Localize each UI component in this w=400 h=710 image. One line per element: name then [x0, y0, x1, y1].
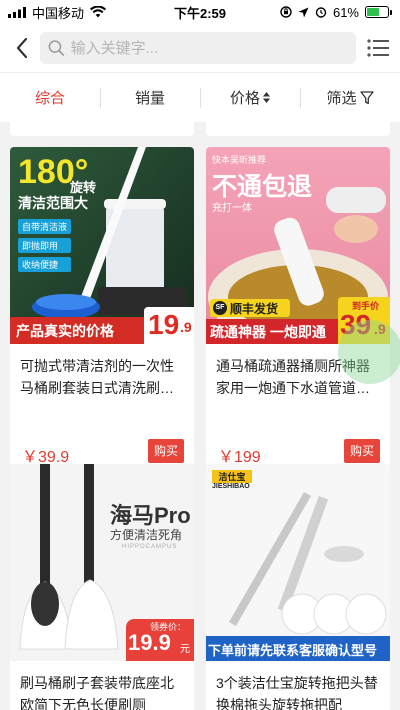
carrier-label: 中国移动	[32, 5, 85, 21]
signal-icon	[8, 6, 26, 18]
touch-indicator	[338, 320, 400, 384]
product-title[interactable]: 可抛式带清洁剂的一次性马桶刷套装日式清洗刷…	[20, 355, 186, 399]
battery-icon	[365, 6, 392, 18]
back-chevron-icon	[16, 37, 28, 59]
brand-english-label: HIPPOCAMPUS	[122, 544, 178, 550]
product-card[interactable]: 快本吴昕推荐 不通包退 充打一体 SF 顺丰发货 疏通神器 一炮即通 到手价 3…	[206, 147, 390, 467]
back-button[interactable]	[10, 36, 34, 60]
brand-logo-cn: 洁仕宝	[212, 470, 252, 483]
coupon-unit: 元	[180, 644, 190, 655]
battery-percent: 61%	[332, 4, 359, 20]
sort-price-label: 价格	[229, 90, 260, 107]
product-title[interactable]: 刷马桶刷子套装带底座北欧简下无色长便刷厕	[20, 672, 186, 710]
sf-express-icon: SF	[213, 301, 227, 315]
feature-tag: 自带清洁液	[18, 219, 72, 234]
product-card[interactable]: 海马Pro 方便清洁死角 HIPPOCAMPUS 领券价： 19.9 元 刷马桶…	[10, 464, 194, 710]
coupon-price: 19.9	[128, 630, 171, 655]
list-menu-button[interactable]	[366, 36, 390, 60]
sort-comprehensive[interactable]: 综合	[0, 73, 100, 122]
sort-filter[interactable]: 筛选	[300, 73, 400, 122]
sort-bar: 综合 销量 价格 筛选	[0, 72, 400, 122]
shipping-badge: SF 顺丰发货	[210, 299, 290, 317]
notice-label: 下单前请先联系客服确认型号	[208, 643, 378, 658]
product-image[interactable]: 180° 旋转 清洁范围大 自带清洁液 即抛即用 收纳便捷 产品真实的价格 19…	[10, 147, 194, 344]
wifi-icon	[90, 6, 107, 18]
product-title[interactable]: 3个装洁仕宝旋转拖把头替换棉拖头旋转拖把配	[216, 672, 382, 710]
badge-price-integer: 19	[148, 309, 180, 340]
badge-price-decimal: .9	[180, 319, 192, 335]
previous-card-edge	[206, 122, 390, 136]
product-image[interactable]: 快本吴昕推荐 不通包退 充打一体 SF 顺丰发货 疏通神器 一炮即通 到手价 3…	[206, 147, 390, 344]
alarm-icon	[315, 7, 327, 18]
location-icon	[298, 7, 309, 17]
product-card[interactable]: 洁仕宝 JIESHIBAO 下单前请先联系客服确认型号 3个装洁仕宝旋转拖把头替…	[206, 464, 390, 710]
brand-logo: 洁仕宝 JIESHIBAO	[212, 470, 266, 492]
product-card[interactable]: 180° 旋转 清洁范围大 自带清洁液 即抛即用 收纳便捷 产品真实的价格 19…	[10, 147, 194, 467]
slogan-label: 方便清洁死角	[110, 528, 183, 542]
list-menu-icon	[367, 39, 389, 57]
feature-tags: 自带清洁液 即抛即用 收纳便捷	[18, 219, 72, 272]
sort-arrows-icon	[263, 92, 270, 103]
buy-button[interactable]: 购买	[344, 439, 380, 463]
feature-tag: 即抛即用	[18, 238, 72, 253]
feature-tag: 收纳便捷	[18, 257, 72, 272]
sort-sales-label: 销量	[134, 90, 165, 107]
search-header	[0, 24, 400, 72]
product-image[interactable]: 海马Pro 方便清洁死角 HIPPOCAMPUS 领券价： 19.9 元	[10, 464, 194, 661]
previous-card-edge	[10, 122, 194, 136]
orientation-lock-icon	[280, 6, 292, 18]
mop-head-set-photo	[206, 464, 390, 661]
filter-icon	[359, 90, 374, 104]
brand-logo-en: JIESHIBAO	[212, 483, 250, 490]
sort-filter-label: 筛选	[326, 90, 357, 107]
status-bar: 中国移动 下午2:59 61%	[0, 0, 400, 24]
subheadline-label: 充打一体	[212, 203, 252, 214]
sort-sales[interactable]: 销量	[100, 73, 200, 122]
search-input[interactable]	[70, 39, 348, 57]
shipping-label: 顺丰发货	[230, 301, 279, 316]
banner-label: 产品真实的价格	[16, 323, 114, 339]
product-grid: 180° 旋转 清洁范围大 自带清洁液 即抛即用 收纳便捷 产品真实的价格 19…	[0, 122, 400, 710]
range-label: 清洁范围大	[18, 195, 88, 211]
sort-price[interactable]: 价格	[200, 73, 300, 122]
sort-comprehensive-label: 综合	[34, 90, 65, 107]
headline-label: 不通包退	[212, 173, 313, 201]
search-icon	[48, 40, 65, 56]
buy-button[interactable]: 购买	[148, 439, 184, 463]
product-image[interactable]: 洁仕宝 JIESHIBAO 下单前请先联系客服确认型号	[206, 464, 390, 661]
recommend-label: 快本吴昕推荐	[212, 155, 267, 165]
banner-label: 疏通神器 一炮即通	[210, 324, 326, 340]
search-box[interactable]	[40, 32, 356, 64]
